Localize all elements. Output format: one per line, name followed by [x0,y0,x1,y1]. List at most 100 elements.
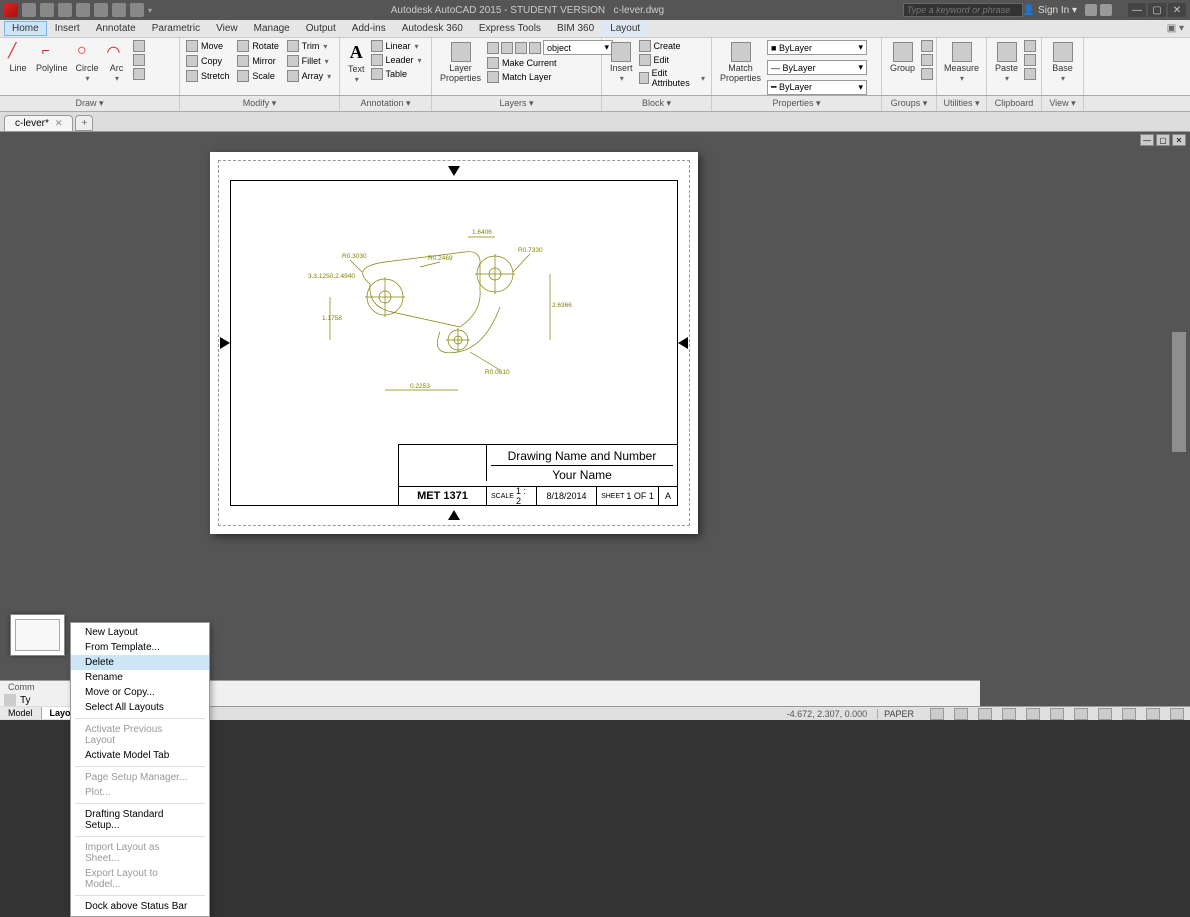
tool-rotate[interactable]: Rotate [237,40,280,52]
layer-off-icon[interactable] [529,42,541,54]
ribbon-collapse-icon[interactable]: ▣ ▾ [1167,23,1190,34]
paper-layout[interactable]: 1.6406 R0.7330 R0.2469 R0.3030 3.3.1250,… [210,152,698,534]
tool-arc[interactable]: Arc▾ [105,40,129,85]
add-tab-button[interactable]: + [75,115,93,131]
search-input[interactable] [903,3,1023,17]
tool-trim[interactable]: Trim▾ [287,40,333,52]
tool-linear[interactable]: Linear▾ [371,40,422,52]
paper-space-button[interactable]: PAPER [877,709,920,719]
annotation-scale-icon[interactable] [1122,708,1136,720]
help-icon[interactable] [1100,4,1112,16]
menu-item-dock-above-status-bar[interactable]: Dock above Status Bar [71,899,209,914]
tab-bim360[interactable]: BIM 360 [549,21,602,36]
menu-item-rename[interactable]: Rename [71,670,209,685]
tool-leader[interactable]: Leader▾ [371,54,422,66]
ungroup-icon[interactable] [921,40,933,52]
workspace[interactable]: — ▢ ✕ [0,132,1190,720]
tool-table[interactable]: Table [371,68,422,80]
tool-move[interactable]: Move [186,40,231,52]
app-icon[interactable] [4,3,18,17]
paste-special-icon[interactable] [1024,68,1036,80]
qat-open-icon[interactable] [40,3,54,17]
tool-circle[interactable]: Circle▾ [74,40,101,85]
lineweight-toggle-icon[interactable] [1074,708,1088,720]
command-input[interactable]: Ty [20,695,31,706]
layer-properties-button[interactable]: Layer Properties [438,40,483,85]
menu-item-activate-model-tab[interactable]: Activate Model Tab [71,748,209,763]
tab-output[interactable]: Output [298,21,344,36]
make-current-button[interactable]: Make Current [487,57,613,69]
close-button[interactable]: ✕ [1168,3,1186,17]
tool-text[interactable]: AText▾ [346,40,367,86]
tool-polyline[interactable]: Polyline [34,40,70,75]
exchange-icon[interactable] [1085,4,1097,16]
close-tab-icon[interactable]: ✕ [55,118,63,129]
insert-button[interactable]: Insert▾ [608,40,635,85]
group-button[interactable]: Group [888,40,917,75]
tab-a360[interactable]: Autodesk 360 [394,21,471,36]
edit-attributes-button[interactable]: Edit Attributes▾ [639,68,705,88]
grid-toggle-icon[interactable] [930,708,944,720]
tab-parametric[interactable]: Parametric [144,21,208,36]
tab-manage[interactable]: Manage [246,21,298,36]
qat-new-icon[interactable] [22,3,36,17]
rect-icon[interactable] [133,40,145,52]
snap-toggle-icon[interactable] [954,708,968,720]
tab-layout[interactable]: Layout [602,21,648,36]
title-view[interactable]: View ▾ [1042,96,1084,111]
linetype-combo[interactable]: ━ ByLayer▾ [767,80,867,95]
osnap-toggle-icon[interactable] [1026,708,1040,720]
vp-max-icon[interactable]: ▢ [1156,134,1170,146]
drawing-viewport[interactable]: 1.6406 R0.7330 R0.2469 R0.3030 3.3.1250,… [290,212,610,412]
menu-item-move-or-copy[interactable]: Move or Copy... [71,685,209,700]
tab-annotate[interactable]: Annotate [88,21,144,36]
ortho-toggle-icon[interactable] [978,708,992,720]
menu-item-new-layout[interactable]: New Layout [71,625,209,640]
menu-item-delete[interactable]: Delete [71,655,209,670]
tab-home[interactable]: Home [4,21,47,36]
ellipse-icon[interactable] [133,54,145,66]
otrack-toggle-icon[interactable] [1050,708,1064,720]
match-layer-button[interactable]: Match Layer [487,71,613,83]
model-tab[interactable]: Model [0,707,42,719]
qat-save-icon[interactable] [58,3,72,17]
tool-scale[interactable]: Scale [237,70,280,82]
group-bbox-icon[interactable] [921,68,933,80]
maximize-button[interactable]: ▢ [1148,3,1166,17]
tool-line[interactable]: Line [6,40,30,75]
edit-block-button[interactable]: Edit [639,54,705,66]
tool-copy[interactable]: Copy [186,55,231,67]
minimize-button[interactable]: — [1128,3,1146,17]
menu-item-drafting-standard-setup[interactable]: Drafting Standard Setup... [71,807,209,833]
group-edit-icon[interactable] [921,54,933,66]
navigation-bar[interactable] [1172,332,1186,452]
hatch-icon[interactable] [133,68,145,80]
tool-array[interactable]: Array▾ [287,70,333,82]
qat-plot-icon[interactable] [94,3,108,17]
match-properties-button[interactable]: Match Properties [718,40,763,85]
tab-express[interactable]: Express Tools [471,21,549,36]
transparency-toggle-icon[interactable] [1098,708,1112,720]
tab-addins[interactable]: Add-ins [344,21,394,36]
title-block[interactable]: Block ▾ [602,96,712,111]
customize-icon[interactable] [1170,708,1184,720]
qat-undo-icon[interactable] [112,3,126,17]
create-block-button[interactable]: Create [639,40,705,52]
menu-item-from-template[interactable]: From Template... [71,640,209,655]
tool-stretch[interactable]: Stretch [186,70,231,82]
menu-item-select-all-layouts[interactable]: Select All Layouts [71,700,209,715]
title-properties[interactable]: Properties ▾ [712,96,882,111]
vp-min-icon[interactable]: — [1140,134,1154,146]
vp-close-icon[interactable]: ✕ [1172,134,1186,146]
tab-insert[interactable]: Insert [47,21,88,36]
qat-redo-icon[interactable] [130,3,144,17]
title-annotation[interactable]: Annotation ▾ [340,96,432,111]
title-layers[interactable]: Layers ▾ [432,96,602,111]
layer-state-icon[interactable] [487,42,499,54]
copy-clip-icon[interactable] [1024,54,1036,66]
qat-saveas-icon[interactable] [76,3,90,17]
document-tab[interactable]: c-lever* ✕ [4,115,73,131]
workspace-switch-icon[interactable] [1146,708,1160,720]
paste-button[interactable]: Paste▾ [993,40,1020,85]
title-utilities[interactable]: Utilities ▾ [937,96,987,111]
